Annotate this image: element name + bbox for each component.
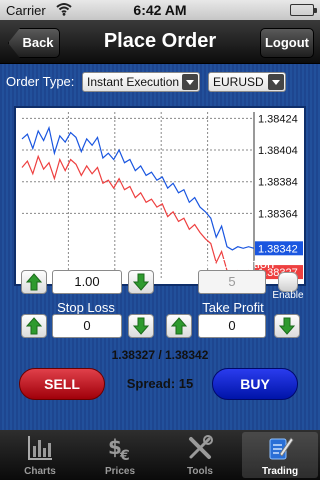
y-tick-label: 1.38424 bbox=[258, 113, 298, 125]
tab-charts[interactable]: Charts bbox=[2, 432, 78, 478]
max-deviation-input[interactable]: 5 bbox=[198, 270, 266, 294]
chevron-down-icon bbox=[268, 74, 284, 90]
bid-ask-quote: 1.38327 / 1.38342 bbox=[111, 348, 209, 362]
stop-loss-input[interactable]: 0 bbox=[52, 314, 122, 338]
tab-trading[interactable]: Trading bbox=[242, 432, 318, 478]
ask-price-label: 1.38342 bbox=[258, 243, 298, 255]
trading-pen-icon bbox=[266, 434, 294, 462]
tab-prices-label: Prices bbox=[104, 466, 136, 477]
symbol-select[interactable]: EURUSD bbox=[208, 72, 286, 92]
chart-bars-icon bbox=[26, 434, 54, 462]
battery-icon bbox=[290, 4, 317, 16]
status-bar: Carrier 6:42 AM bbox=[0, 0, 320, 20]
max-deviation-label: Max Deviation bbox=[191, 256, 275, 271]
arrow-down-icon bbox=[278, 317, 296, 335]
tab-tools-label: Tools bbox=[187, 466, 213, 477]
y-tick-label: 1.38384 bbox=[258, 177, 298, 189]
take-profit-input[interactable]: 0 bbox=[198, 314, 266, 338]
buy-button[interactable]: BUY bbox=[212, 368, 298, 400]
tab-charts-label: Charts bbox=[24, 466, 56, 477]
volume-decrease-button[interactable] bbox=[128, 270, 154, 294]
take-profit-label: Take Profit bbox=[202, 300, 264, 315]
navigation-bar: Back Place Order Logout bbox=[0, 20, 320, 64]
volume-increase-button[interactable] bbox=[21, 270, 47, 294]
status-time: 6:42 AM bbox=[133, 2, 187, 18]
arrow-down-icon bbox=[132, 317, 150, 335]
enable-label: Enable bbox=[272, 290, 304, 301]
bid-price-line bbox=[21, 154, 255, 273]
stop-loss-decrease-button[interactable] bbox=[128, 314, 154, 338]
tab-trading-label: Trading bbox=[261, 466, 299, 477]
order-form: Order Type: Instant Execution EURUSD 1.3… bbox=[0, 64, 320, 430]
tab-prices[interactable]: $ € Prices bbox=[82, 432, 158, 478]
arrow-up-icon bbox=[170, 317, 188, 335]
stop-loss-label: Stop Loss bbox=[57, 300, 115, 315]
dollar-euro-icon: $ € bbox=[106, 434, 134, 464]
tab-tools[interactable]: Tools bbox=[162, 432, 238, 478]
logout-button[interactable]: Logout bbox=[260, 28, 314, 58]
arrow-up-icon bbox=[25, 317, 43, 335]
volume-label: Volume bbox=[64, 256, 108, 271]
take-profit-increase-button[interactable] bbox=[166, 314, 192, 338]
order-type-value: Instant Execution bbox=[87, 75, 180, 89]
symbol-value: EURUSD bbox=[213, 75, 264, 89]
y-tick-label: 1.38404 bbox=[258, 145, 298, 157]
arrow-down-icon bbox=[132, 273, 150, 291]
y-tick-label: 1.38364 bbox=[258, 208, 298, 220]
volume-input[interactable]: 1.00 bbox=[52, 270, 122, 294]
sell-button[interactable]: SELL bbox=[19, 368, 105, 400]
tools-icon bbox=[186, 434, 214, 462]
arrow-up-icon bbox=[25, 273, 43, 291]
tab-bar: Charts $ € Prices Tools Trading bbox=[0, 430, 320, 480]
order-type-select[interactable]: Instant Execution bbox=[82, 72, 200, 92]
chevron-down-icon bbox=[182, 74, 198, 90]
take-profit-decrease-button[interactable] bbox=[274, 314, 300, 338]
ask-price-line bbox=[21, 125, 255, 251]
spread-value: Spread: 15 bbox=[126, 376, 194, 391]
svg-text:€: € bbox=[119, 448, 130, 462]
order-type-label: Order Type: bbox=[6, 74, 75, 89]
max-deviation-enable-checkbox[interactable] bbox=[278, 272, 298, 292]
stop-loss-increase-button[interactable] bbox=[21, 314, 47, 338]
